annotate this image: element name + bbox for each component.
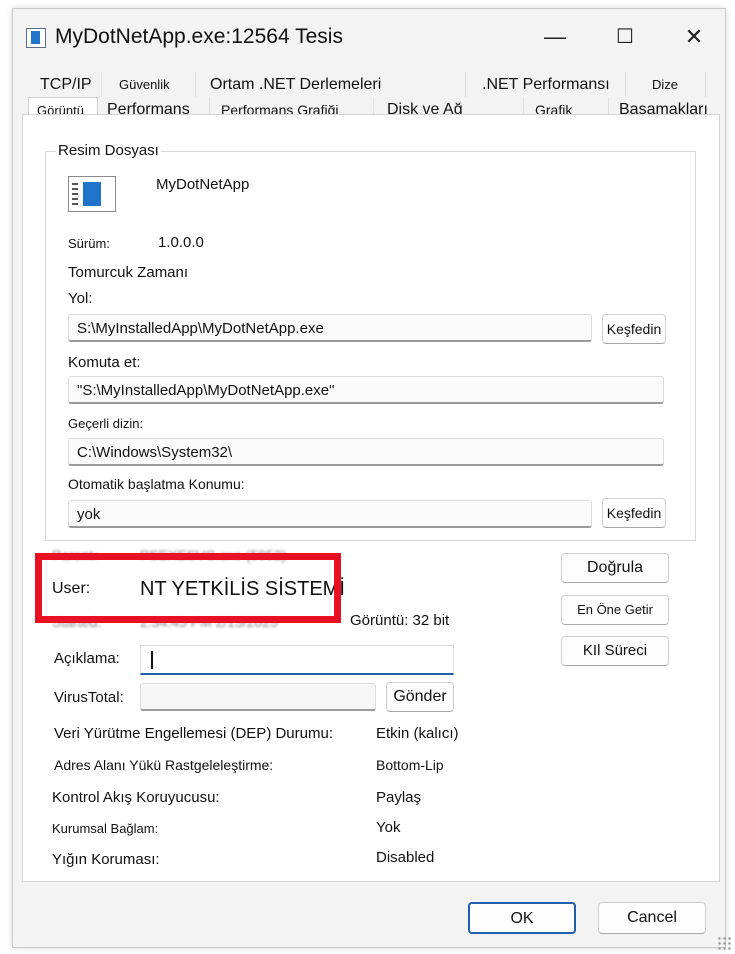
tab-strings[interactable]: Dize: [626, 72, 706, 98]
autostart-explore-button[interactable]: Keşfedin: [602, 498, 666, 528]
tab-environment-assemblies[interactable]: Ortam .NET Derlemeleri: [196, 72, 466, 98]
version-label: Sürüm:: [68, 236, 110, 251]
path-label: Yol:: [68, 290, 93, 307]
image-file-group: Resim Dosyası MyDotNetApp Sürüm: 1.0.0.0…: [45, 142, 696, 541]
command-field[interactable]: "S:\MyInstalledApp\MyDotNetApp.exe": [68, 376, 664, 404]
aslr-label: Adres Alanı Yükü Rastgeleleştirme:: [54, 757, 274, 773]
description-label: Açıklama:: [54, 650, 120, 667]
verify-button[interactable]: Doğrula: [561, 553, 669, 583]
cancel-button[interactable]: Cancel: [598, 902, 706, 934]
ok-button[interactable]: OK: [468, 902, 576, 934]
stack-protection-label: Yığın Koruması:: [52, 851, 160, 868]
maximize-button[interactable]: ☐: [602, 19, 648, 55]
app-name: MyDotNetApp: [156, 176, 250, 193]
image-file-group-title: Resim Dosyası: [56, 142, 161, 159]
resize-grip-icon[interactable]: [717, 936, 731, 950]
cwd-label: Geçerli dizin:: [68, 416, 144, 431]
submit-button[interactable]: Gönder: [386, 682, 454, 712]
text-caret: [151, 651, 153, 669]
aslr-value: Bottom-Lip: [376, 757, 444, 773]
cfg-value: Paylaş: [376, 789, 422, 806]
tab-net-performance[interactable]: .NET Performansı: [466, 72, 626, 98]
version-value: 1.0.0.0: [158, 234, 204, 251]
stack-protection-value: Disabled: [376, 849, 435, 866]
dep-value: Etkin (kalıcı): [376, 725, 459, 742]
description-input[interactable]: [140, 645, 454, 675]
bud-time-label: Tomurcuk Zamanı: [68, 264, 189, 281]
autostart-label: Otomatik başlatma Konumu:: [68, 476, 245, 492]
enterprise-context-label: Kurumsal Bağlam:: [52, 821, 159, 836]
command-label: Komuta et:: [68, 354, 141, 371]
cwd-field[interactable]: C:\Windows\System32\: [68, 438, 664, 466]
path-explore-button[interactable]: Keşfedin: [602, 314, 666, 344]
tab-tcpip[interactable]: TCP/IP: [22, 72, 102, 98]
executable-icon: [68, 176, 116, 212]
kill-process-button[interactable]: KIl Süreci: [561, 636, 669, 666]
image-bitness: Görüntü: 32 bit: [350, 612, 450, 629]
title-bar[interactable]: MyDotNetApp.exe:12564 Tesis — ☐ ✕: [13, 9, 725, 65]
enterprise-context-value: Yok: [376, 819, 401, 836]
app-icon: [26, 28, 46, 48]
autostart-field[interactable]: yok: [68, 500, 592, 528]
virustotal-field: [140, 683, 376, 711]
minimize-button[interactable]: —: [532, 19, 578, 55]
close-button[interactable]: ✕: [671, 19, 717, 55]
dep-label: Veri Yürütme Engellemesi (DEP) Durumu:: [54, 725, 333, 742]
window-title: MyDotNetApp.exe:12564 Tesis: [55, 25, 343, 48]
tab-security[interactable]: Güvenlik: [102, 72, 196, 98]
cfg-label: Kontrol Akış Koruyucusu:: [52, 789, 220, 806]
highlight-box: [35, 553, 341, 623]
bring-to-front-button[interactable]: En Öne Getir: [561, 595, 669, 625]
path-field[interactable]: S:\MyInstalledApp\MyDotNetApp.exe: [68, 314, 592, 342]
virustotal-label: VirusTotal:: [54, 689, 124, 706]
